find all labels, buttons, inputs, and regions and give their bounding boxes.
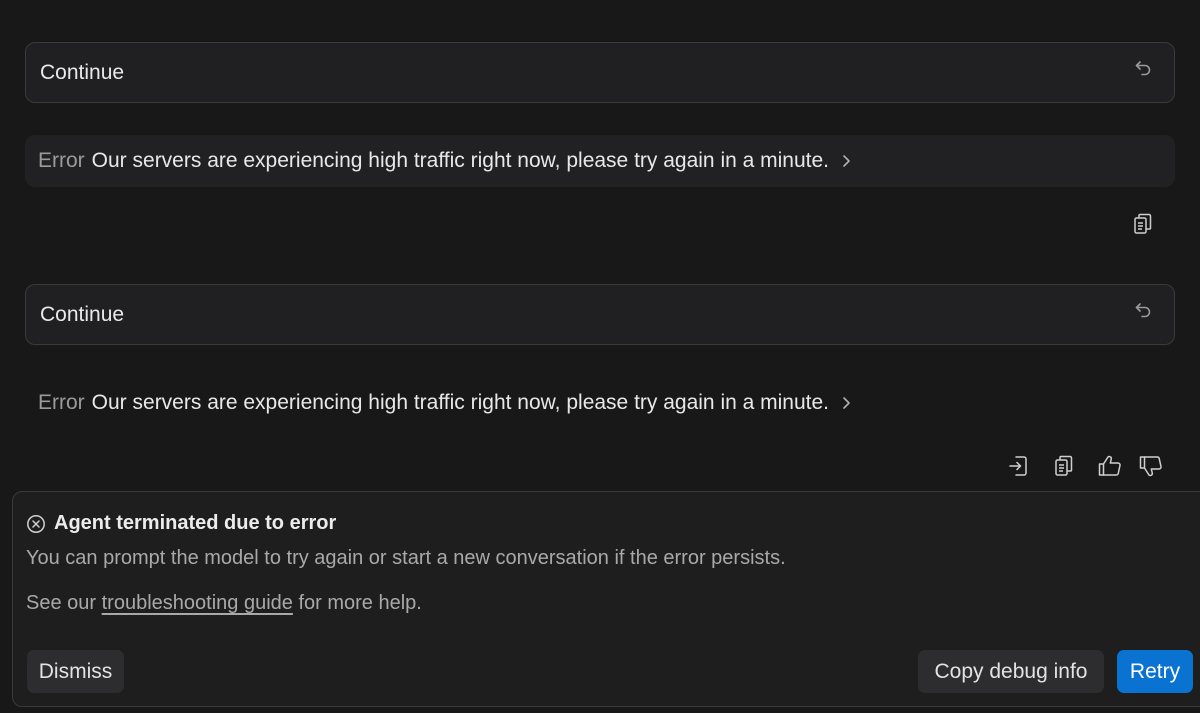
error-message: Our servers are experiencing high traffi… (91, 391, 829, 414)
copy-icon[interactable] (1129, 210, 1157, 238)
chat-panel: Continue Error Our servers are experienc… (0, 0, 1200, 713)
agent-error-panel: Agent terminated due to error You can pr… (12, 491, 1200, 707)
copy-icon[interactable] (1050, 452, 1078, 480)
help-suffix: for more help. (298, 592, 422, 614)
thumbs-up-icon[interactable] (1096, 452, 1124, 480)
retry-button[interactable]: Retry (1117, 650, 1193, 693)
undo-icon[interactable] (1132, 57, 1154, 79)
user-message-text: Continue (40, 60, 125, 84)
error-row[interactable]: Error Our servers are experiencing high … (25, 377, 1175, 429)
thumbs-down-icon[interactable] (1137, 452, 1165, 480)
chevron-right-icon[interactable] (841, 154, 851, 168)
user-message[interactable]: Continue (25, 284, 1175, 345)
help-prefix: See our (26, 592, 97, 614)
error-label: Error (38, 149, 85, 172)
panel-title-text: Agent terminated due to error (54, 512, 337, 534)
user-message-text: Continue (40, 302, 125, 326)
dismiss-button[interactable]: Dismiss (27, 650, 124, 693)
copy-debug-info-button[interactable]: Copy debug info (918, 650, 1104, 693)
export-icon[interactable] (1005, 452, 1033, 480)
error-row[interactable]: Error Our servers are experiencing high … (25, 135, 1175, 187)
user-message[interactable]: Continue (25, 42, 1175, 103)
panel-help-text: See our troubleshooting guide for more h… (26, 592, 422, 615)
error-label: Error (38, 391, 85, 414)
chevron-right-icon[interactable] (841, 396, 851, 410)
error-message: Our servers are experiencing high traffi… (91, 149, 829, 172)
undo-icon[interactable] (1132, 299, 1154, 321)
panel-title: Agent terminated due to error (25, 512, 336, 535)
troubleshooting-guide-link[interactable]: troubleshooting guide (102, 592, 293, 614)
panel-description: You can prompt the model to try again or… (26, 547, 786, 569)
x-circle-icon (25, 513, 47, 535)
